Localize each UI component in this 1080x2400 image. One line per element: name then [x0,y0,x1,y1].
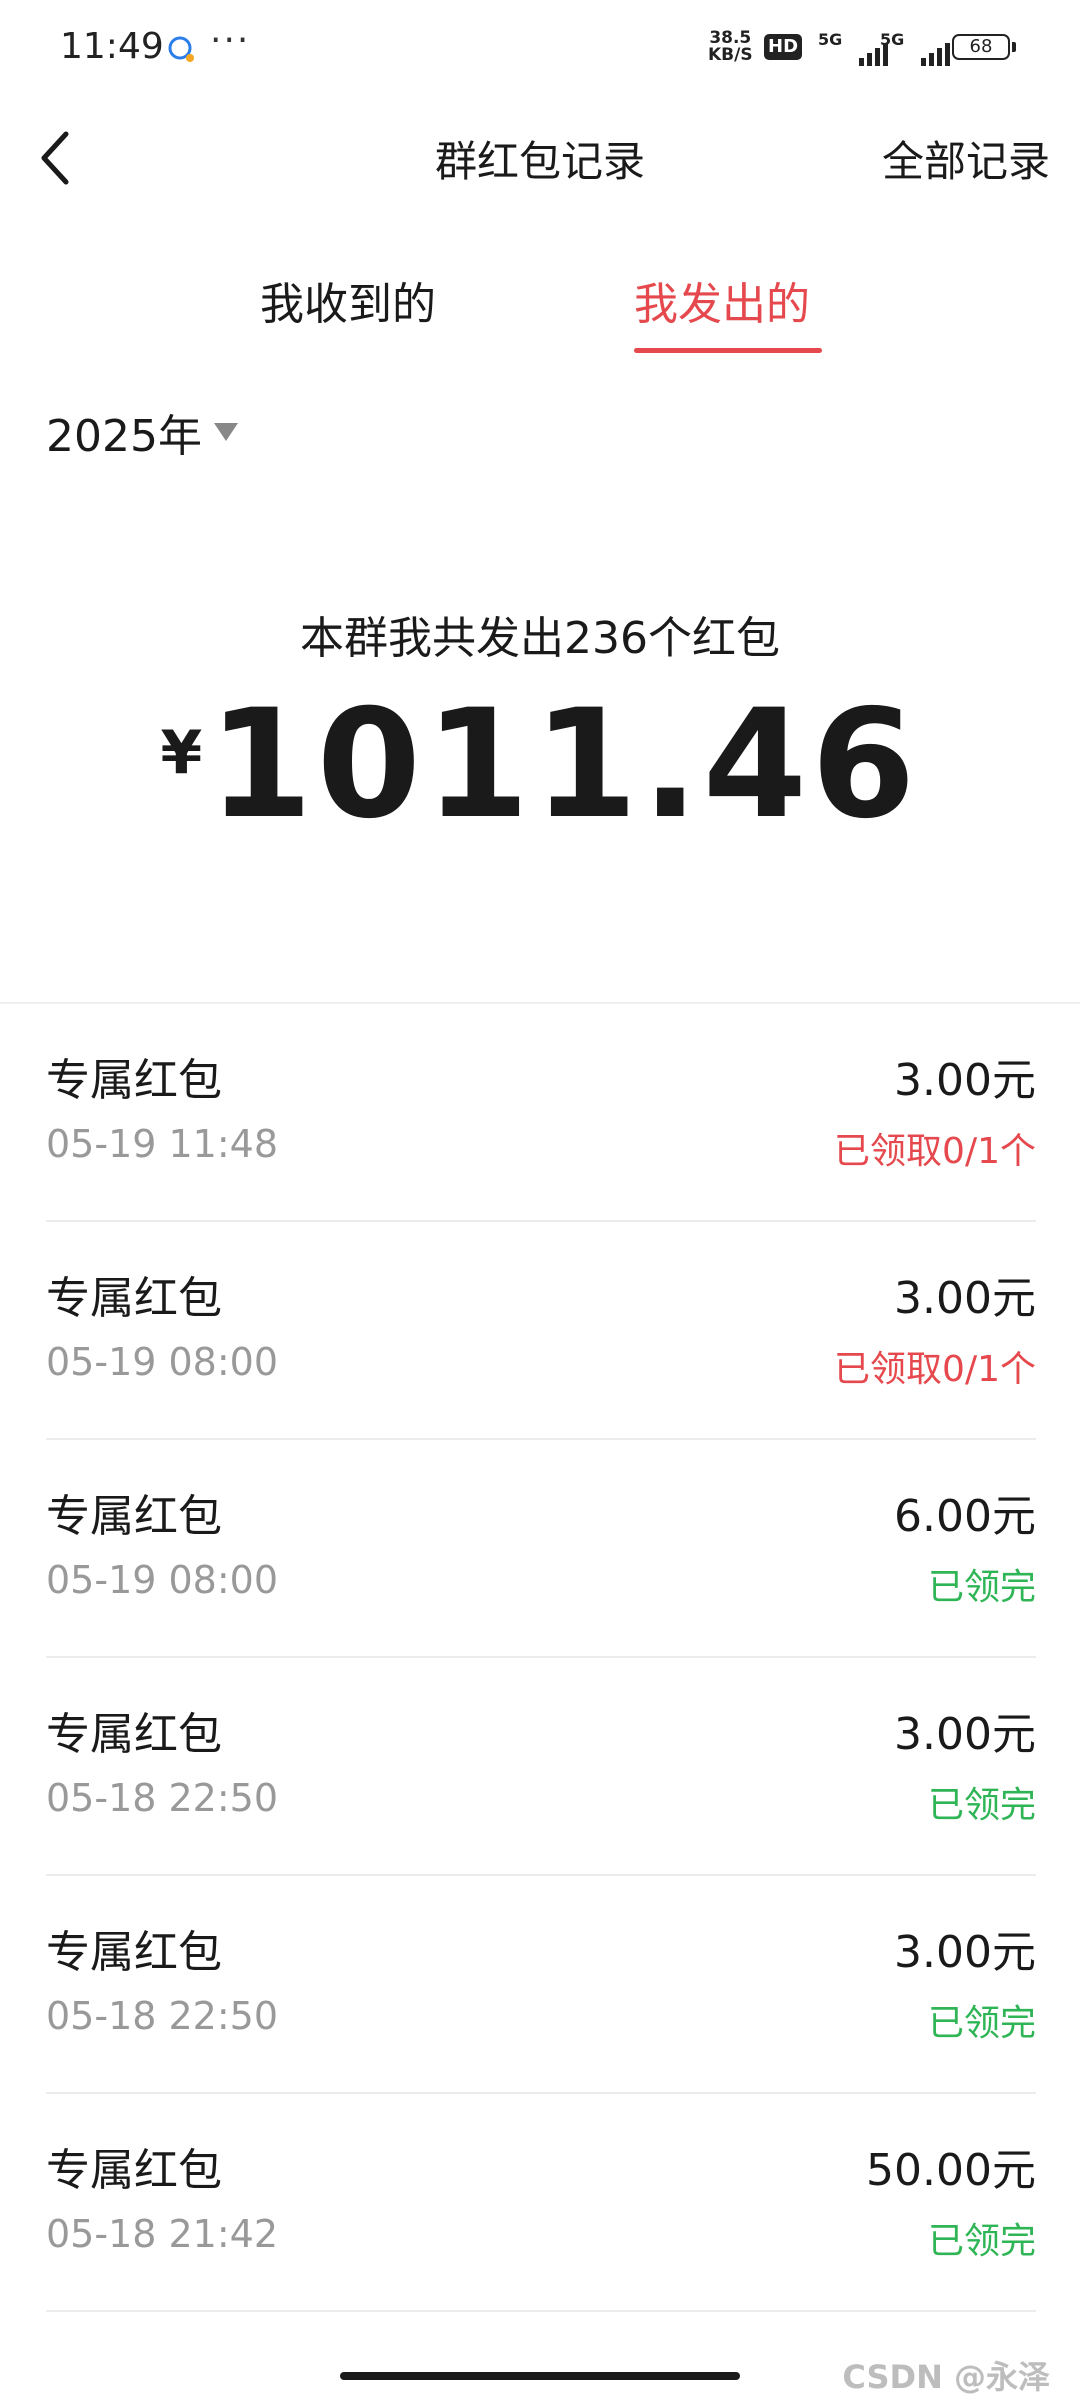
record-amount: 3.00元 [894,1927,1036,1978]
record-amount: 3.00元 [894,1709,1036,1760]
record-amount: 3.00元 [894,1055,1036,1106]
record-title: 专属红包 [46,1927,222,1978]
record-item[interactable]: 专属红包 05-19 11:48 3.00元 已领取0/1个 [46,1004,1036,1222]
tab-sent[interactable]: 我发出的 [634,268,810,332]
tab-received[interactable]: 我收到的 [260,268,436,332]
record-title: 专属红包 [46,1491,222,1542]
hd-badge: HD [764,34,803,60]
record-title: 专属红包 [46,1709,222,1760]
record-item[interactable]: 专属红包 05-18 22:50 3.00元 已领完 [46,1876,1036,2094]
signal-2-icon: 5G [880,30,950,66]
record-status: 已领完 [927,2003,1036,2044]
status-bar: 11:49 ··· 38.5 KB/S HD 5G 5G 68 [0,0,1080,100]
record-item[interactable]: 专属红包 05-19 08:00 6.00元 已领完 [46,1440,1036,1658]
summary-text: 本群我共发出236个红包 [300,613,780,664]
caret-down-icon [213,423,238,441]
home-indicator[interactable] [340,2372,740,2380]
record-status: 已领取0/1个 [834,1131,1036,1172]
more-notifications-icon: ··· [210,20,251,61]
record-time: 05-19 08:00 [46,1340,279,1384]
record-time: 05-18 22:50 [46,1994,279,2038]
record-status: 已领完 [927,2221,1036,2262]
watermark: CSDN @永泽 [842,2358,1050,2396]
network-speed: 38.5 KB/S [708,30,753,64]
record-time: 05-18 21:42 [46,2212,279,2256]
network-type-2: 5G [880,30,905,49]
record-time: 05-19 11:48 [46,1122,279,1166]
year-label: 2025年 [46,411,202,462]
active-tab-indicator [634,348,822,353]
year-selector[interactable]: 2025年 [46,400,238,464]
record-title: 专属红包 [46,2145,222,2196]
currency-symbol: ¥ [160,718,203,788]
total-amount: 1011.46 [208,678,920,852]
battery-icon: 68 [952,34,1016,60]
status-time: 11:49 [60,26,164,67]
record-time: 05-19 08:00 [46,1558,279,1602]
record-time: 05-18 22:50 [46,1776,279,1820]
chat-bubble-icon [168,36,194,62]
speed-unit: KB/S [708,45,753,65]
record-title: 专属红包 [46,1055,222,1106]
record-amount: 6.00元 [894,1491,1036,1542]
record-amount: 3.00元 [894,1273,1036,1324]
record-item[interactable]: 专属红包 05-19 08:00 3.00元 已领取0/1个 [46,1222,1036,1440]
record-status: 已领完 [927,1567,1036,1608]
record-status: 已领完 [927,1785,1036,1826]
signal-1-icon: 5G [818,30,888,66]
summary-amount: ¥1011.46 [0,690,1080,840]
records-list: 专属红包 05-19 11:48 3.00元 已领取0/1个 专属红包 05-1… [46,1004,1036,2312]
network-type-1: 5G [818,30,843,49]
record-item[interactable]: 专属红包 05-18 22:50 3.00元 已领完 [46,1658,1036,1876]
record-item[interactable]: 专属红包 05-18 21:42 50.00元 已领完 [46,2094,1036,2312]
record-amount: 50.00元 [866,2145,1036,2196]
all-records-link[interactable]: 全部记录 [882,128,1050,189]
record-title: 专属红包 [46,1273,222,1324]
record-status: 已领取0/1个 [834,1349,1036,1390]
chevron-left-icon[interactable] [36,128,76,188]
